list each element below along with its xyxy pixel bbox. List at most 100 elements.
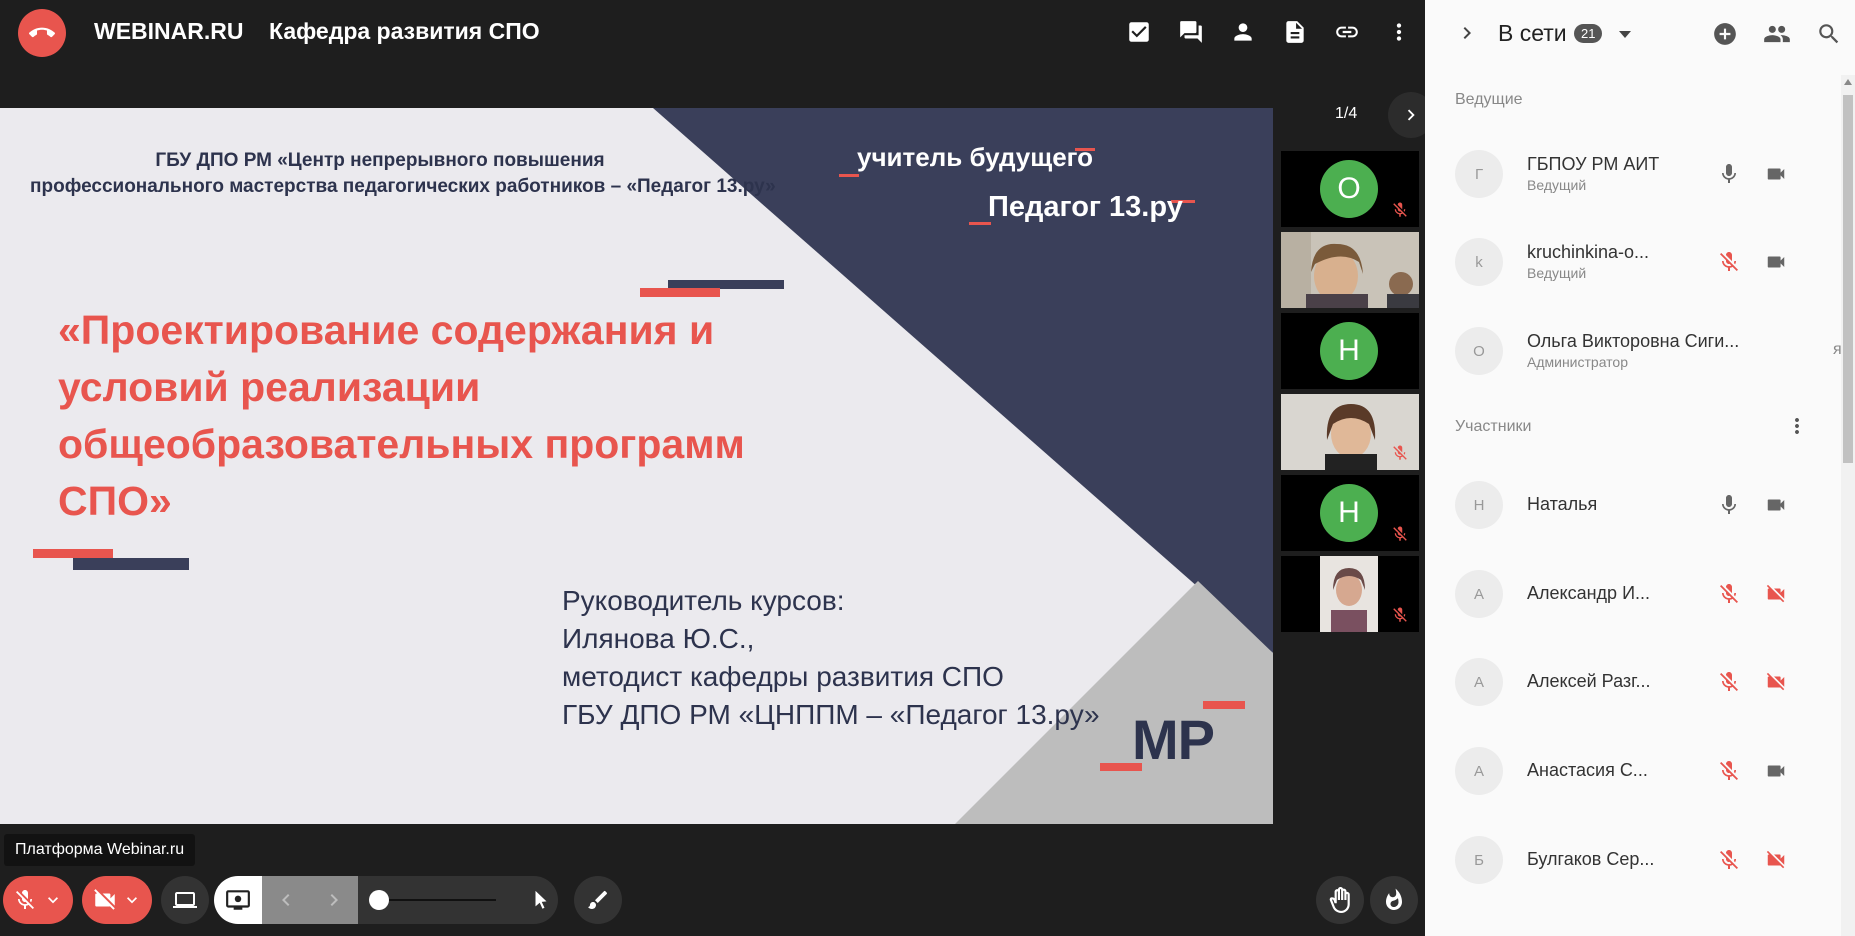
dropdown-caret-icon[interactable]: [1617, 30, 1633, 40]
video-avatar: О: [1320, 160, 1378, 218]
file-icon: [1286, 21, 1304, 43]
video-tile[interactable]: [1281, 232, 1419, 308]
camera-off-icon[interactable]: [1763, 583, 1789, 605]
panel-toolbar: [1699, 18, 1855, 50]
participant-row[interactable]: Г ГБПОУ РМ АИТ Ведущий: [1455, 144, 1785, 204]
presenters-section-label: Ведущие: [1455, 91, 1523, 108]
chevron-right-icon: [1407, 109, 1415, 121]
video-tile[interactable]: [1281, 394, 1419, 470]
scroll-up-arrow[interactable]: [1844, 79, 1852, 85]
participant-videos: О Н Н: [1281, 151, 1419, 637]
camera-off-icon[interactable]: [1763, 849, 1789, 871]
title-line-4: СПО»: [58, 478, 172, 524]
screen-share-button[interactable]: [161, 876, 209, 924]
camera-off-icon[interactable]: [1763, 671, 1789, 693]
more-button[interactable]: [1373, 8, 1425, 56]
avatar: А: [1455, 747, 1503, 795]
org-line-2: профессионального мастерства педагогичес…: [30, 176, 776, 197]
profile-button[interactable]: [1217, 8, 1269, 56]
slide-tagline-1: учитель будущего: [857, 142, 1094, 172]
camera-off-icon: [94, 889, 115, 910]
chevron-left-icon: [282, 894, 290, 906]
participant-name: Ольга Викторовна Сиги...: [1527, 331, 1740, 351]
files-button[interactable]: [1269, 8, 1321, 56]
pointer-icon: [535, 890, 547, 909]
video-tile[interactable]: Н: [1281, 475, 1419, 551]
camera-toggle[interactable]: [82, 876, 152, 924]
course-line-2: Илянова Ю.С.,: [562, 623, 755, 654]
link-button[interactable]: [1321, 8, 1373, 56]
participant-row[interactable]: А Александр И...: [1455, 564, 1785, 624]
mic-off-icon[interactable]: [1717, 670, 1741, 694]
slide-navigation: [214, 876, 358, 924]
course-line-3: методист кафедры развития СПО: [562, 661, 1004, 692]
avatar: Б: [1455, 836, 1503, 884]
participant-row[interactable]: О Ольга Викторовна Сиги... Администратор…: [1455, 321, 1855, 381]
presentation-mode-button[interactable]: [214, 876, 262, 924]
avatar: А: [1455, 570, 1503, 618]
avatar: Н: [1455, 481, 1503, 529]
groups-button[interactable]: [1751, 18, 1803, 50]
mic-off-icon: [1393, 607, 1407, 622]
participants-panel: В сети 21 Ведущие Г ГБПОУ РМ АИТ Ведущий: [1425, 0, 1855, 936]
panel-scrollbar[interactable]: [1841, 75, 1855, 936]
org-line-1: ГБУ ДПО РМ «Центр непрерывного повышения: [155, 150, 605, 171]
raise-hand-button[interactable]: [1316, 876, 1364, 924]
participant-row[interactable]: А Алексей Разг...: [1455, 652, 1785, 712]
video-tile[interactable]: [1281, 556, 1419, 632]
chat-icon: [1180, 21, 1202, 43]
search-button[interactable]: [1803, 18, 1855, 50]
video-avatar: Н: [1320, 484, 1378, 542]
fire-icon: [1386, 888, 1402, 910]
video-tile[interactable]: О: [1281, 151, 1419, 227]
tasks-icon: [1129, 22, 1149, 42]
participant-row[interactable]: А Анастасия С...: [1455, 741, 1785, 801]
scroll-thumb[interactable]: [1843, 95, 1853, 463]
zoom-handle[interactable]: [369, 890, 389, 910]
add-participant-button[interactable]: [1699, 18, 1751, 50]
camera-icon[interactable]: [1763, 251, 1789, 273]
people-icon: [1764, 25, 1790, 43]
mic-off-icon[interactable]: [1717, 250, 1741, 274]
mic-off-icon[interactable]: [1717, 759, 1741, 783]
previous-slide-button[interactable]: [262, 876, 310, 924]
mic-off-icon[interactable]: [1717, 848, 1741, 872]
hand-icon: [1329, 887, 1350, 913]
title-line-2: условий реализации: [58, 364, 481, 410]
video-tile[interactable]: Н: [1281, 313, 1419, 389]
person-icon: [1234, 23, 1252, 41]
online-label[interactable]: В сети: [1498, 20, 1567, 47]
webinar-title: Кафедра развития СПО: [269, 18, 540, 44]
draw-tool-button[interactable]: [574, 876, 622, 924]
chevron-right-icon[interactable]: [1455, 21, 1479, 45]
tasks-button[interactable]: [1113, 8, 1165, 56]
brand-logo: WEBINAR.RU: [94, 18, 244, 44]
search-icon: [1819, 24, 1839, 44]
leave-call-button[interactable]: [18, 9, 66, 57]
title-line-1: «Проектирование содержания и: [58, 307, 715, 353]
mic-off-icon[interactable]: [1717, 582, 1741, 606]
participant-row[interactable]: k kruchinkina-o... Ведущий: [1455, 232, 1785, 292]
camera-icon[interactable]: [1763, 760, 1789, 782]
camera-icon[interactable]: [1763, 163, 1789, 185]
online-count-badge: 21: [1574, 24, 1603, 43]
participant-video-feed: [1281, 232, 1419, 308]
more-vert-icon[interactable]: [1785, 414, 1809, 438]
participant-row[interactable]: Б Булгаков Сер...: [1455, 830, 1785, 890]
bottom-controls: [0, 876, 1425, 924]
participant-role: Ведущий: [1527, 265, 1587, 281]
microphone-toggle[interactable]: [3, 876, 73, 924]
mic-off-icon: [16, 890, 34, 909]
camera-icon[interactable]: [1763, 494, 1789, 516]
avatar: О: [1455, 327, 1503, 375]
mic-icon[interactable]: [1717, 162, 1741, 186]
participant-row[interactable]: Н Наталья: [1455, 475, 1785, 535]
course-line-4: ГБУ ДПО РМ «ЦНППМ – «Педагог 13.ру»: [562, 699, 1100, 730]
conference-area: WEBINAR.RU Кафедра развития СПО ГБУ ДПО …: [0, 0, 1434, 936]
zoom-slider[interactable]: [358, 876, 558, 924]
reactions-button[interactable]: [1370, 876, 1418, 924]
avatar: А: [1455, 658, 1503, 706]
chat-button[interactable]: [1165, 8, 1217, 56]
mic-icon[interactable]: [1717, 493, 1741, 517]
next-slide-button[interactable]: [310, 876, 358, 924]
